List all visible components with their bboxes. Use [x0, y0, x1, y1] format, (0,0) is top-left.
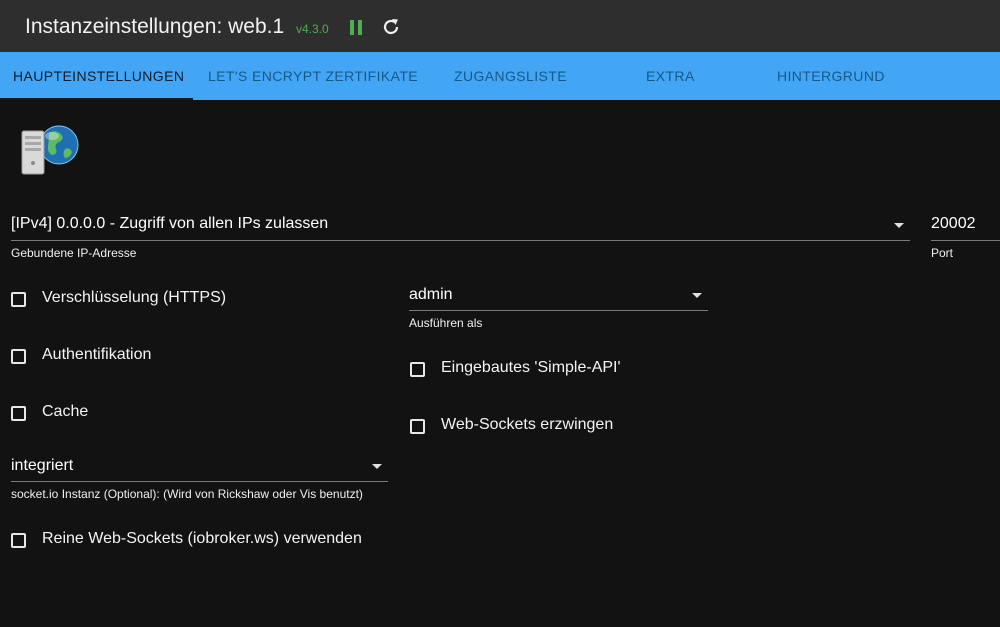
- tab-zugangsliste[interactable]: ZUGANGSLISTE: [454, 52, 567, 100]
- pure-websockets-label: Reine Web-Sockets (iobroker.ws) verwende…: [42, 530, 362, 547]
- version-badge: v4.3.0: [296, 22, 329, 36]
- ip-address-label: Gebundene IP-Adresse: [11, 246, 137, 260]
- tab-hintergrund[interactable]: HINTERGRUND: [777, 52, 885, 100]
- checkbox-box[interactable]: [11, 533, 26, 548]
- simple-api-label: Eingebautes 'Simple-API': [441, 359, 621, 376]
- checkbox-box[interactable]: [11, 292, 26, 307]
- auth-label: Authentifikation: [42, 346, 152, 363]
- tab-haupteinstellungen[interactable]: HAUPTEINSTELLUNGEN: [0, 52, 194, 100]
- dropdown-arrow-icon: [894, 223, 904, 228]
- port-label: Port: [931, 246, 954, 260]
- checkbox-box[interactable]: [11, 406, 26, 421]
- pause-icon[interactable]: [350, 20, 364, 35]
- tab-lets-encrypt[interactable]: LET'S ENCRYPT ZERTIFIKATE: [208, 52, 418, 100]
- port-input[interactable]: 20002: [931, 210, 1000, 241]
- tab-label: LET'S ENCRYPT ZERTIFIKATE: [208, 68, 419, 84]
- run-as-select[interactable]: admin: [409, 280, 708, 311]
- reload-icon[interactable]: [381, 17, 401, 37]
- tab-bar: HAUPTEINSTELLUNGEN LET'S ENCRYPT ZERTIFI…: [0, 52, 1000, 100]
- socketio-label: socket.io Instanz (Optional): (Wird von …: [11, 487, 363, 501]
- title-bar: Instanzeinstellungen: web.1 v4.3.0: [0, 0, 1000, 52]
- tab-extra[interactable]: EXTRA: [646, 52, 695, 100]
- https-label: Verschlüsselung (HTTPS): [42, 289, 227, 306]
- page-title: Instanzeinstellungen: web.1: [25, 15, 285, 38]
- port-value: 20002: [931, 215, 976, 232]
- tab-label: ZUGANGSLISTE: [454, 68, 567, 84]
- ip-address-select[interactable]: [IPv4] 0.0.0.0 - Zugriff von allen IPs z…: [11, 210, 910, 241]
- tab-indicator: [0, 98, 194, 100]
- run-as-label: Ausführen als: [409, 316, 483, 330]
- force-websockets-label: Web-Sockets erzwingen: [441, 416, 614, 433]
- tab-label: HINTERGRUND: [777, 68, 885, 84]
- ip-address-value: [IPv4] 0.0.0.0 - Zugriff von allen IPs z…: [11, 215, 329, 232]
- socketio-select[interactable]: integriert: [11, 451, 388, 482]
- tab-label: EXTRA: [646, 68, 695, 84]
- run-as-value: admin: [409, 286, 453, 303]
- cache-label: Cache: [42, 403, 89, 420]
- tab-label: HAUPTEINSTELLUNGEN: [13, 68, 185, 84]
- dropdown-arrow-icon: [372, 464, 382, 469]
- dropdown-arrow-icon: [692, 293, 702, 298]
- checkbox-box[interactable]: [410, 362, 425, 377]
- checkbox-box[interactable]: [11, 349, 26, 364]
- checkbox-box[interactable]: [410, 419, 425, 434]
- socketio-value: integriert: [11, 457, 74, 474]
- server-globe-icon: [19, 121, 83, 179]
